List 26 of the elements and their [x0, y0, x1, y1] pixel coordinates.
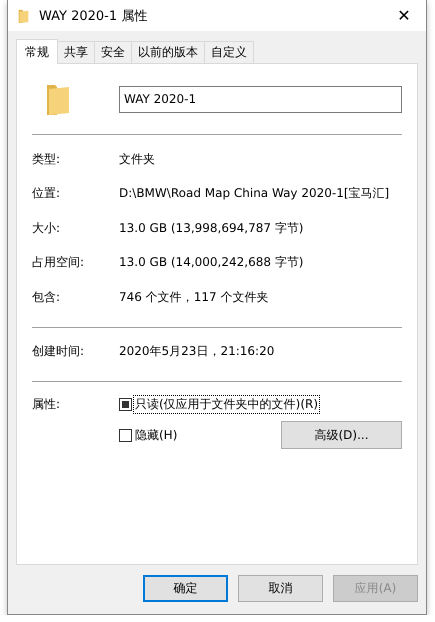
checkbox-label[interactable]: 隐藏(H) [134, 426, 178, 444]
property-value: 13.0 GB (14,000,242,688 字节) [119, 254, 304, 272]
window-title: WAY 2020-1 属性 [39, 8, 148, 24]
property-value: 文件夹 [119, 150, 155, 168]
dialog-button[interactable]: 确定 [143, 575, 228, 602]
property-label: 类型: [32, 150, 62, 168]
property-label: 包含: [32, 288, 62, 306]
dialog-button[interactable]: 取消 [238, 575, 323, 602]
property-label: 位置: [32, 185, 62, 202]
checkbox[interactable] [119, 428, 132, 442]
property-label: 大小: [32, 220, 62, 237]
property-value: 13.0 GB (13,998,694,787 字节) [119, 220, 304, 237]
advanced-button[interactable]: 高级(D)... [281, 421, 402, 449]
property-value: 746 个文件，117 个文件夹 [119, 288, 268, 306]
checkbox-label[interactable]: 只读(仅应用于文件夹中的文件)(R) [134, 396, 320, 413]
property-label: 创建时间: [32, 343, 86, 360]
property-label: 属性: [32, 396, 62, 413]
close-button[interactable]: ✕ [382, 0, 426, 31]
property-label: 占用空间: [32, 254, 86, 272]
tab[interactable]: 常规 [16, 39, 58, 64]
folder-icon [18, 8, 29, 22]
name-field[interactable]: WAY 2020-1 [119, 86, 402, 112]
checkbox[interactable] [119, 398, 132, 411]
tab[interactable]: 自定义 [204, 41, 254, 63]
property-value: D:\BMW\Road Map China Way 2020-1[宝马汇] [119, 185, 390, 202]
property-value: 2020年5月23日，21:16:20 [119, 343, 274, 360]
